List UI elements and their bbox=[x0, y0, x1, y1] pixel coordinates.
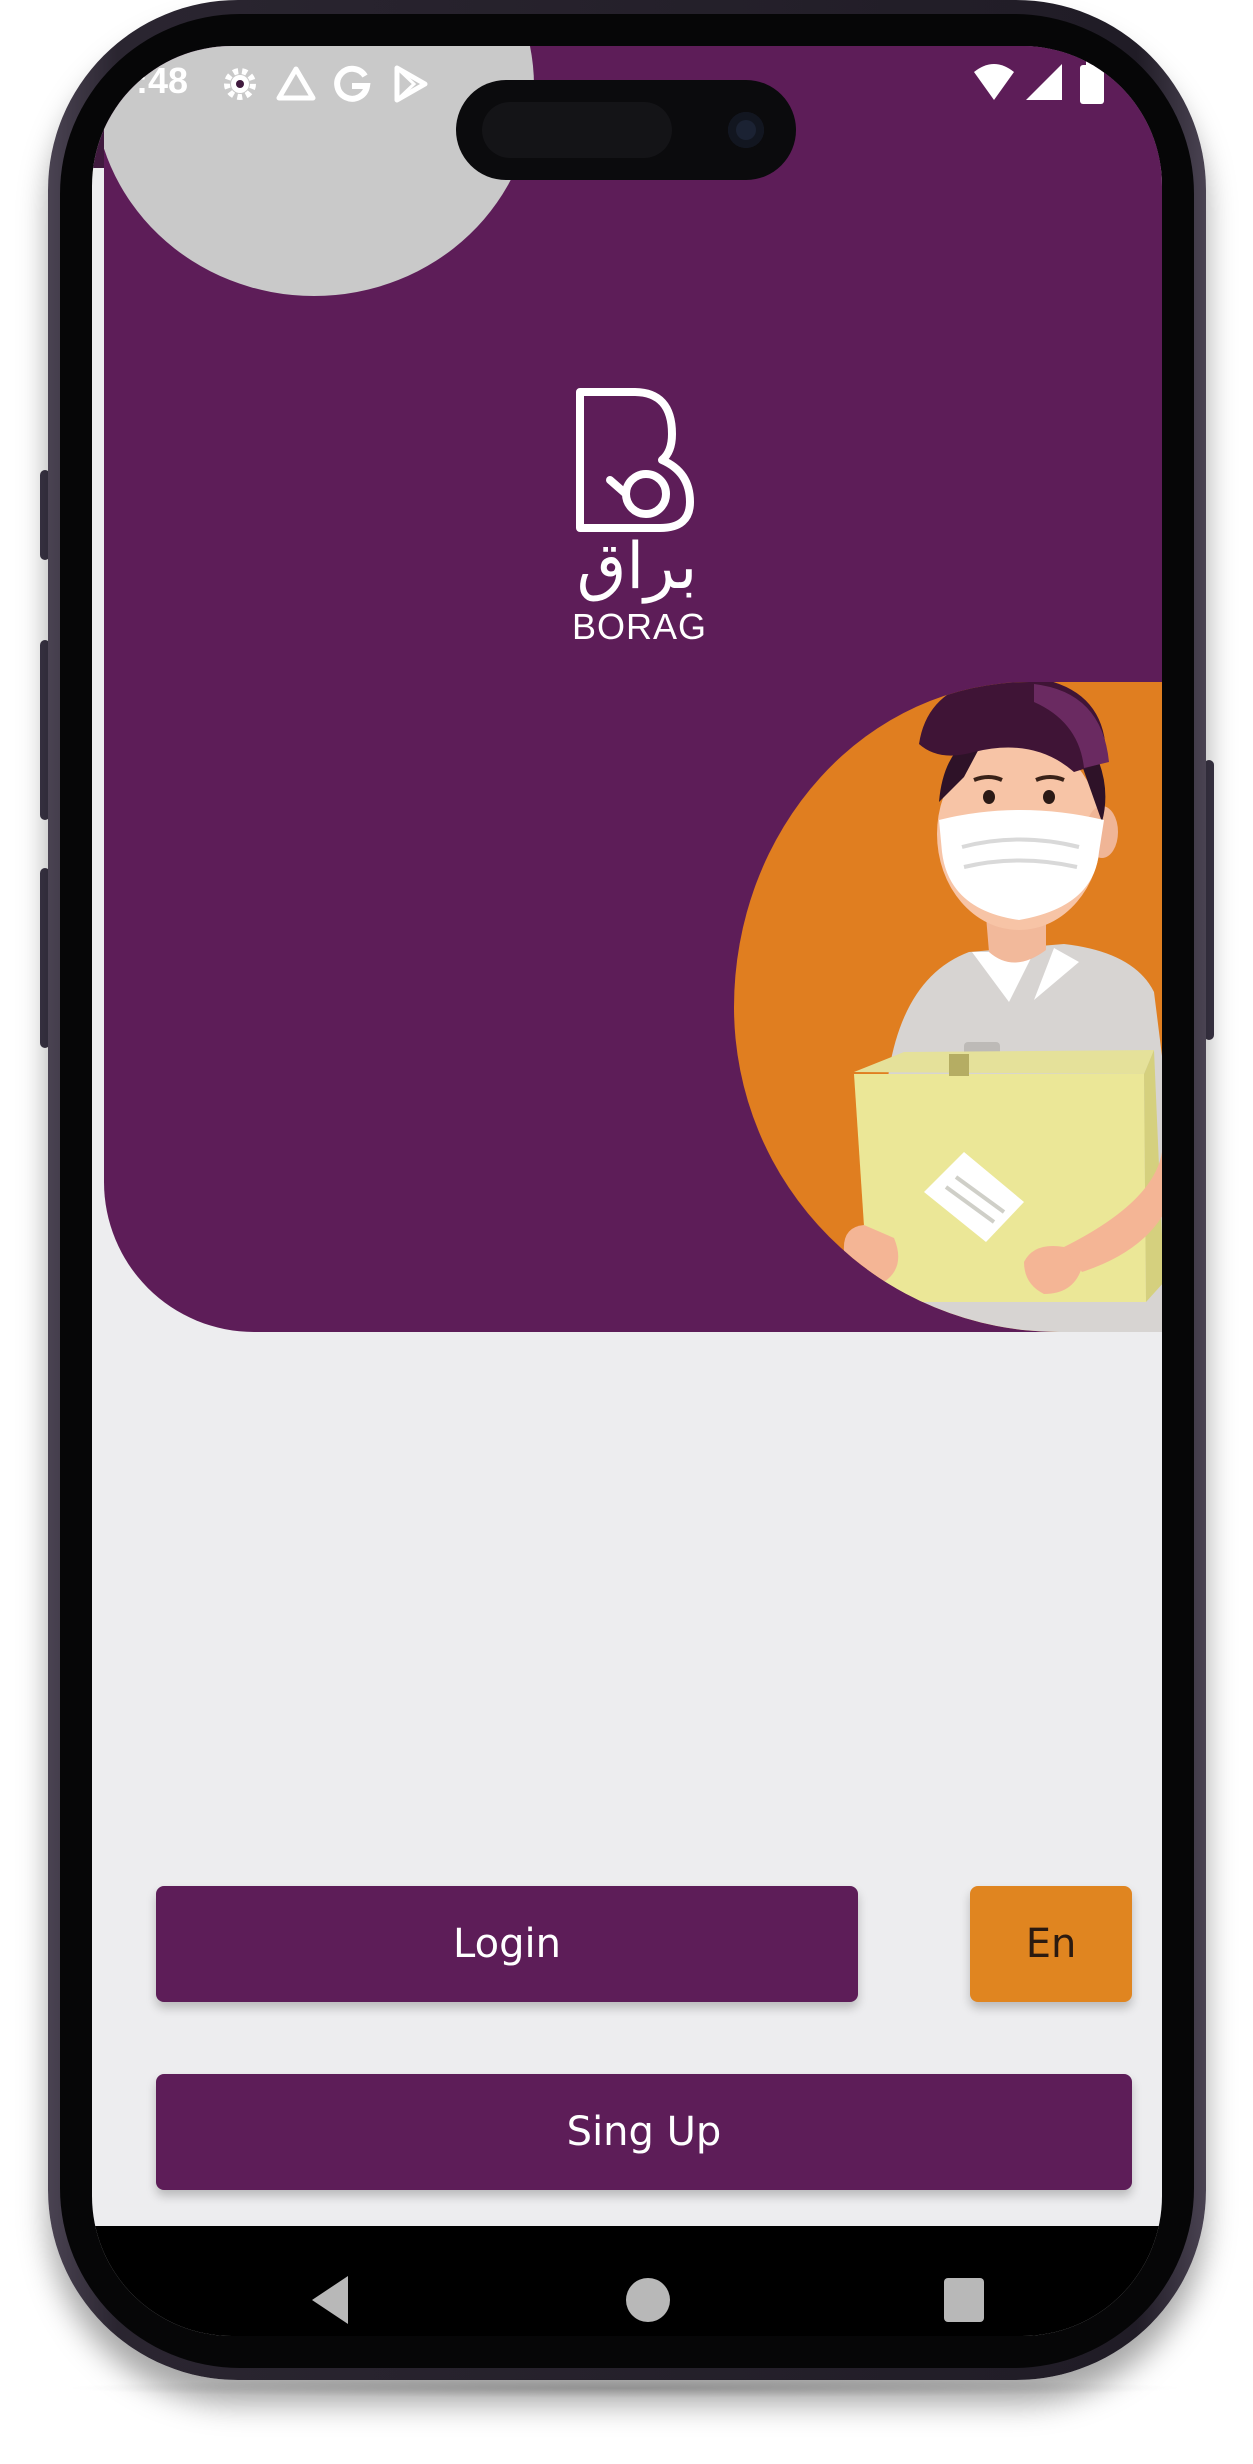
battery-icon bbox=[1080, 60, 1104, 104]
play-store-icon bbox=[394, 65, 428, 103]
dynamic-island bbox=[456, 80, 796, 180]
app-screen: براق BORAG :48 Login En Sing Up bbox=[92, 46, 1162, 2336]
borag-b-logo-icon bbox=[576, 388, 694, 532]
device-mockup: براق BORAG :48 Login En Sing Up bbox=[0, 0, 1253, 2464]
signal-icon bbox=[1026, 64, 1062, 100]
google-g-icon bbox=[334, 65, 371, 102]
island-sensor bbox=[482, 102, 672, 158]
drive-icon bbox=[276, 66, 316, 101]
front-camera bbox=[728, 112, 764, 148]
signup-button[interactable]: Sing Up bbox=[156, 2074, 1132, 2190]
status-time: :48 bbox=[136, 60, 189, 101]
login-button[interactable]: Login bbox=[156, 1886, 858, 2002]
brand-name-arabic: براق bbox=[576, 530, 698, 604]
back-triangle-icon[interactable] bbox=[310, 2274, 350, 2326]
recents-square-icon[interactable] bbox=[944, 2278, 984, 2322]
brand-name-english: BORAG bbox=[572, 606, 708, 647]
hero-banner: براق BORAG bbox=[104, 46, 1162, 1332]
language-toggle-button[interactable]: En bbox=[970, 1886, 1132, 2002]
settings-gear-icon bbox=[224, 68, 256, 100]
delivery-man-illustration bbox=[734, 682, 1162, 1332]
home-circle-icon[interactable] bbox=[626, 2278, 670, 2322]
system-navigation-bar bbox=[92, 2226, 1162, 2336]
device-shadow bbox=[60, 2378, 1190, 2398]
wifi-icon bbox=[974, 64, 1014, 100]
delivery-man-svg bbox=[843, 682, 1162, 1332]
borag-logo: براق BORAG bbox=[572, 384, 708, 684]
